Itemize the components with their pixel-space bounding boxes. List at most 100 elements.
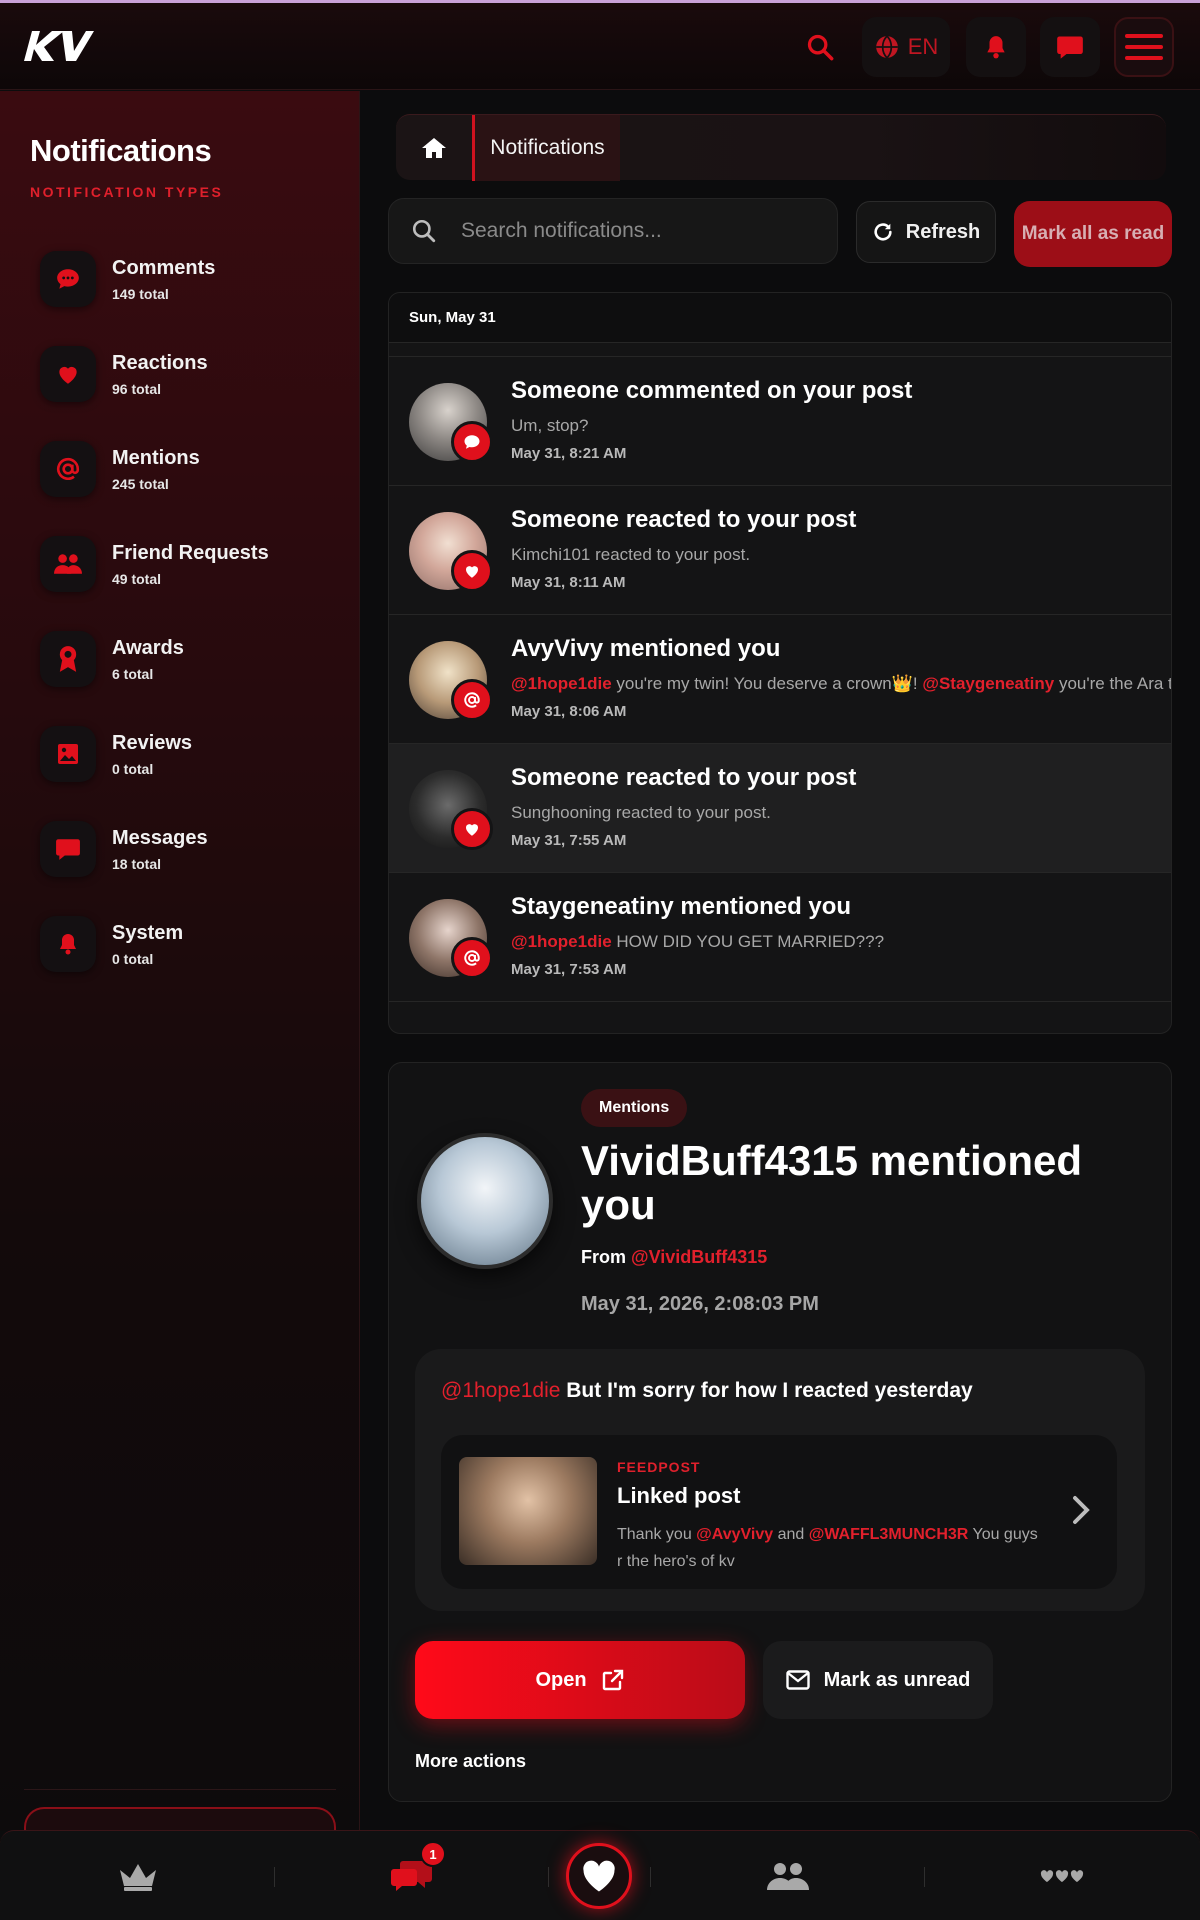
linked-post-kind: FEEDPOST bbox=[617, 1459, 701, 1475]
sender-avatar bbox=[417, 1133, 553, 1269]
mark-unread-button[interactable]: Mark as unread bbox=[763, 1641, 993, 1719]
notification-item[interactable]: AvyVivy mentioned you @1hope1die you're … bbox=[389, 615, 1171, 744]
comment-icon bbox=[464, 435, 480, 449]
notification-type-badge bbox=[451, 421, 493, 463]
sidebar-item-label: Comments bbox=[112, 256, 216, 279]
mention-link[interactable]: @1hope1die bbox=[511, 674, 612, 693]
sidebar-item-label: Reviews bbox=[112, 731, 193, 754]
bell-icon bbox=[60, 934, 76, 955]
notification-title: Someone reacted to your post bbox=[511, 506, 857, 533]
mention-link[interactable]: @Staygeneatiny bbox=[922, 674, 1054, 693]
nav-home[interactable] bbox=[98, 1831, 178, 1920]
mention-link[interactable]: @WAFFL3MUNCH3R bbox=[809, 1526, 969, 1543]
sidebar-item-label: Mentions bbox=[112, 446, 200, 469]
linked-post-title: Linked post bbox=[617, 1483, 741, 1508]
home-icon bbox=[422, 138, 446, 158]
language-button[interactable]: EN bbox=[862, 17, 950, 77]
mention-quote: @1hope1die But I'm sorry for how I react… bbox=[415, 1349, 1145, 1611]
sidebar: Notifications NOTIFICATION TYPES Comment… bbox=[0, 91, 360, 1847]
refresh-button[interactable]: Refresh bbox=[856, 201, 996, 263]
notification-time: May 31, 7:53 AM bbox=[511, 961, 627, 978]
sidebar-item-messages[interactable]: Messages 18 total bbox=[40, 814, 340, 884]
notification-item[interactable]: Staygeneatiny mentioned you @1hope1die H… bbox=[389, 873, 1171, 1002]
hamburger-icon bbox=[1125, 34, 1163, 60]
heart-icon bbox=[466, 824, 478, 836]
breadcrumb-home[interactable] bbox=[396, 115, 472, 181]
heart-icon bbox=[583, 1860, 615, 1892]
notification-body: @1hope1die HOW DID YOU GET MARRIED??? bbox=[511, 932, 885, 951]
envelope-icon bbox=[785, 1670, 810, 1690]
image-icon bbox=[58, 744, 78, 764]
sidebar-item-mentions[interactable]: Mentions 245 total bbox=[40, 434, 340, 504]
sidebar-item-label: System bbox=[112, 921, 184, 944]
nav-friends[interactable] bbox=[748, 1831, 828, 1920]
sidebar-title: Notifications bbox=[30, 133, 212, 168]
quote-text: @1hope1die But I'm sorry for how I react… bbox=[441, 1379, 973, 1402]
award-icon bbox=[59, 646, 77, 672]
sidebar-item-reviews[interactable]: Reviews 0 total bbox=[40, 719, 340, 789]
sidebar-item-count: 96 total bbox=[112, 380, 162, 397]
app-logo[interactable] bbox=[22, 27, 94, 63]
notification-title: Someone reacted to your post bbox=[511, 764, 857, 791]
messages-button[interactable] bbox=[1040, 17, 1100, 77]
notification-item[interactable]: Someone reacted to your post Kimchi101 r… bbox=[389, 486, 1171, 615]
breadcrumb: Notifications bbox=[396, 114, 1166, 181]
sidebar-item-label: Awards bbox=[112, 636, 184, 659]
heart-icon bbox=[59, 366, 77, 384]
more-actions-heading: More actions bbox=[415, 1751, 527, 1771]
sidebar-item-count: 245 total bbox=[112, 475, 169, 492]
sidebar-subtitle: NOTIFICATION TYPES bbox=[30, 184, 224, 200]
at-icon bbox=[464, 692, 480, 708]
sidebar-item-reactions[interactable]: Reactions 96 total bbox=[40, 339, 340, 409]
sidebar-item-label: Messages bbox=[112, 826, 208, 849]
notification-time: May 31, 8:06 AM bbox=[511, 703, 627, 720]
notification-body: Sunghooning reacted to your post. bbox=[511, 803, 771, 822]
notification-item[interactable]: Someone commented on your post Um, stop?… bbox=[389, 357, 1171, 486]
sidebar-item-friend-requests[interactable]: Friend Requests 49 total bbox=[40, 529, 340, 599]
notification-item[interactable]: Someone reacted to your post Sunghooning… bbox=[389, 744, 1171, 873]
friends-icon bbox=[767, 1863, 809, 1890]
sidebar-item-count: 6 total bbox=[112, 665, 154, 682]
message-icon bbox=[56, 839, 80, 860]
mark-all-read-button[interactable]: Mark all as read bbox=[1014, 201, 1172, 267]
open-button[interactable]: Open bbox=[415, 1641, 745, 1719]
mention-link[interactable]: @AvyVivy bbox=[696, 1526, 773, 1543]
detail-from: From @VividBuff4315 bbox=[581, 1247, 768, 1267]
comment-icon bbox=[57, 269, 79, 289]
mention-link[interactable]: @1hope1die bbox=[441, 1379, 560, 1402]
sidebar-item-comments[interactable]: Comments 149 total bbox=[40, 244, 340, 314]
sidebar-item-count: 18 total bbox=[112, 855, 162, 872]
sidebar-item-label: Friend Requests bbox=[112, 541, 269, 564]
open-label: Open bbox=[535, 1668, 587, 1691]
linked-post-body: Thank you @AvyVivy and @WAFFL3MUNCH3R Yo… bbox=[617, 1526, 1038, 1570]
notifications-button[interactable] bbox=[966, 17, 1026, 77]
sidebar-item-count: 49 total bbox=[112, 570, 162, 587]
notification-title: AvyVivy mentioned you bbox=[511, 635, 781, 662]
nav-center-heart[interactable] bbox=[566, 1843, 632, 1909]
at-icon bbox=[56, 457, 80, 480]
search-icon bbox=[807, 34, 834, 61]
category-tag: Mentions bbox=[581, 1089, 688, 1127]
top-bar: EN bbox=[0, 0, 1200, 90]
sender-link[interactable]: @VividBuff4315 bbox=[631, 1247, 767, 1267]
notification-body: Um, stop? bbox=[511, 416, 589, 435]
sidebar-item-system[interactable]: System 0 total bbox=[40, 909, 340, 979]
linked-post-card[interactable]: FEEDPOST Linked post Thank you @AvyVivy … bbox=[441, 1435, 1117, 1589]
detail-date: May 31, 2026, 2:08:03 PM bbox=[581, 1293, 819, 1315]
search-button[interactable] bbox=[790, 17, 850, 77]
date-header: Sun, May 31 bbox=[389, 293, 1171, 343]
hearts-more-icon bbox=[1040, 1870, 1084, 1882]
search-input[interactable] bbox=[461, 219, 791, 243]
notification-title: Staygeneatiny mentioned you bbox=[511, 893, 852, 920]
mention-link[interactable]: @1hope1die bbox=[511, 932, 612, 951]
menu-button[interactable] bbox=[1114, 17, 1174, 77]
refresh-label: Refresh bbox=[905, 220, 981, 243]
notification-body: Kimchi101 reacted to your post. bbox=[511, 545, 751, 564]
nav-more[interactable] bbox=[1022, 1831, 1102, 1920]
notification-type-badge bbox=[451, 937, 493, 979]
friends-icon bbox=[54, 554, 82, 574]
notification-type-badge bbox=[451, 550, 493, 592]
chevron-right-icon bbox=[1073, 1496, 1090, 1524]
sidebar-item-awards[interactable]: Awards 6 total bbox=[40, 624, 340, 694]
search-bar[interactable] bbox=[388, 198, 838, 264]
